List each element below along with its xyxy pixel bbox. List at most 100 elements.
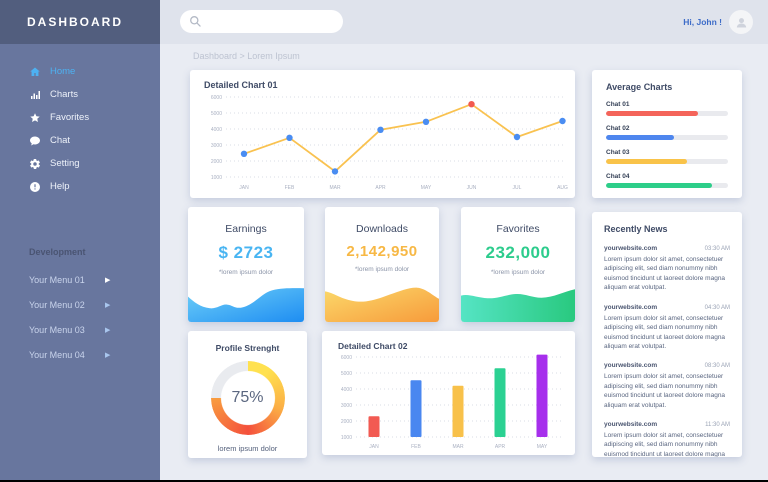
news-source-link[interactable]: yourwebsite.com — [604, 421, 657, 428]
dev-menu-item-label: Your Menu 02 — [29, 300, 91, 310]
sidebar-item-help[interactable]: Help — [0, 175, 160, 198]
profile-strength-card: Profile Strenght 75% lorem ipsum dolor — [188, 331, 307, 458]
progress-bar[interactable] — [606, 111, 728, 116]
news-item: yourwebsite.com 08:30 AM Lorem ipsum dolor… — [604, 362, 730, 410]
news-list: yourwebsite.com03:30 AM Lorem ipsum dolor… — [604, 245, 730, 457]
news-text: Lorem ipsum dolor sit amet, consectetuer… — [604, 431, 730, 457]
average-bar-label: Chat 01 — [606, 101, 728, 108]
news-source-link[interactable]: yourwebsite.com — [604, 245, 657, 252]
dev-menu-item-3[interactable]: Your Menu 03 ▶ — [0, 317, 160, 342]
news-item: yourwebsite.com 11:30 AM Lorem ipsum dolor… — [604, 421, 730, 457]
svg-text:5000: 5000 — [341, 371, 352, 377]
svg-text:5000: 5000 — [211, 111, 222, 117]
topbar: Hi, John ! — [160, 0, 768, 44]
favorites-subtitle: *lorem ipsum dolor — [461, 269, 575, 276]
news-time: 11:30 AM — [705, 422, 730, 428]
line-chart: 600050004000300020001000JANFEBMARAPRMAYJ… — [196, 92, 569, 192]
progress-bar[interactable] — [606, 159, 728, 164]
downloads-title: Downloads — [325, 223, 439, 235]
news-item-header: yourwebsite.com 11:30 AM — [604, 421, 730, 428]
sidebar-dev-section: Development Your Menu 01▶Your Menu 02▶Yo… — [0, 247, 160, 367]
svg-text:4000: 4000 — [341, 387, 352, 393]
news-text: Lorem ipsum dolor sit amet, consectetuer… — [604, 372, 730, 410]
news-item: yourwebsite.com03:30 AM Lorem ipsum dolor… — [604, 245, 730, 293]
earnings-card: Earnings $ 2723 *lorem ipsum dolor — [188, 207, 304, 322]
svg-text:1000: 1000 — [211, 175, 222, 181]
earnings-title: Earnings — [188, 223, 304, 235]
average-bar-row: Chat 04 — [606, 173, 728, 188]
svg-text:4000: 4000 — [211, 127, 222, 133]
news-source-link[interactable]: yourwebsite.com — [604, 362, 657, 369]
sidebar-item-label: Favorites — [50, 112, 89, 123]
dev-section-label: Development — [0, 247, 160, 257]
svg-text:MAR: MAR — [452, 444, 464, 450]
dev-menu-item-4[interactable]: Your Menu 04▶ — [0, 342, 160, 367]
svg-text:JAN: JAN — [369, 444, 379, 450]
charts-icon — [29, 89, 41, 101]
sidebar-item-setting[interactable]: Setting — [0, 152, 160, 175]
news-text: Lorem ipsum dolor sit amet, consectetuer… — [604, 255, 730, 293]
dev-menu-item-label: Your Menu 01 — [29, 275, 91, 285]
gear-icon — [29, 158, 41, 170]
dev-menu-item-2[interactable]: Your Menu 02 ▶ — [0, 292, 160, 317]
sidebar-item-chat[interactable]: Chat — [0, 129, 160, 152]
sidebar-item-home[interactable]: Home — [0, 60, 160, 83]
avatar[interactable] — [729, 10, 753, 34]
earnings-wave-chart — [188, 284, 304, 322]
average-bar-label: Chat 02 — [606, 125, 728, 132]
news-text: Lorem ipsum dolor sit amet, consectetuer… — [604, 314, 730, 352]
search-bar[interactable] — [180, 10, 343, 33]
progress-bar[interactable] — [606, 135, 728, 140]
downloads-card: Downloads 2,142,950 *lorem ipsum dolor — [325, 207, 439, 322]
sidebar-item-label: Chat — [50, 135, 70, 146]
profile-donut-chart: 75% — [211, 361, 285, 435]
news-time: 08:30 AM — [705, 363, 730, 369]
progress-bar-fill — [606, 135, 674, 140]
svg-text:FEB: FEB — [411, 444, 421, 450]
search-input[interactable] — [207, 16, 327, 28]
sidebar-nav: Home Charts Favorites Chat Setting Help — [0, 60, 160, 198]
dev-menu-list: Your Menu 01▶Your Menu 02▶Your Menu 03▶Y… — [0, 267, 160, 367]
svg-text:MAY: MAY — [421, 185, 432, 191]
dev-menu-item-label: Your Menu 03 — [29, 325, 91, 335]
svg-text:AUG: AUG — [557, 185, 568, 191]
chevron-right-icon: ▶ — [105, 326, 110, 334]
help-icon — [29, 181, 41, 193]
user-icon — [734, 15, 749, 30]
star-icon — [29, 112, 41, 124]
progress-bar-fill — [606, 111, 698, 116]
news-source-link[interactable]: yourwebsite.com — [604, 304, 657, 311]
progress-bar[interactable] — [606, 183, 728, 188]
average-charts-title: Average Charts — [606, 82, 728, 92]
svg-text:3000: 3000 — [341, 403, 352, 409]
downloads-value: 2,142,950 — [325, 243, 439, 260]
chevron-right-icon: ▶ — [105, 351, 110, 359]
sidebar-item-label: Help — [50, 181, 70, 192]
svg-text:MAY: MAY — [537, 444, 548, 450]
downloads-wave-chart — [325, 284, 439, 322]
sidebar-item-charts[interactable]: Charts — [0, 83, 160, 106]
sidebar-item-label: Setting — [50, 158, 80, 169]
news-item-header: yourwebsite.com03:30 AM — [604, 245, 730, 252]
progress-bar-fill — [606, 159, 687, 164]
news-item-header: yourwebsite.com04:30 AM — [604, 304, 730, 311]
svg-text:6000: 6000 — [341, 355, 352, 361]
svg-text:JUL: JUL — [513, 185, 522, 191]
svg-text:JUN: JUN — [467, 185, 477, 191]
dev-menu-item-1[interactable]: Your Menu 01 ▶ — [0, 267, 160, 292]
breadcrumb: Dashboard > Lorem Ipsum — [193, 51, 300, 61]
svg-text:3000: 3000 — [211, 143, 222, 149]
average-bar-label: Chat 03 — [606, 149, 728, 156]
progress-bar-fill — [606, 183, 712, 188]
bar-chart: 600050004000300020001000JANFEBMARAPRMAY — [328, 353, 569, 451]
recently-news-title: Recently News — [604, 224, 730, 234]
sidebar-item-favorites[interactable]: Favorites — [0, 106, 160, 129]
sidebar-item-label: Charts — [50, 89, 78, 100]
news-item-header: yourwebsite.com 08:30 AM — [604, 362, 730, 369]
average-bar-label: Chat 04 — [606, 173, 728, 180]
news-item: yourwebsite.com04:30 AM Lorem ipsum dolor… — [604, 304, 730, 352]
chevron-right-icon: ▶ — [105, 276, 110, 284]
svg-text:2000: 2000 — [341, 419, 352, 425]
svg-text:1000: 1000 — [341, 435, 352, 441]
chevron-right-icon: ▶ — [105, 301, 110, 309]
